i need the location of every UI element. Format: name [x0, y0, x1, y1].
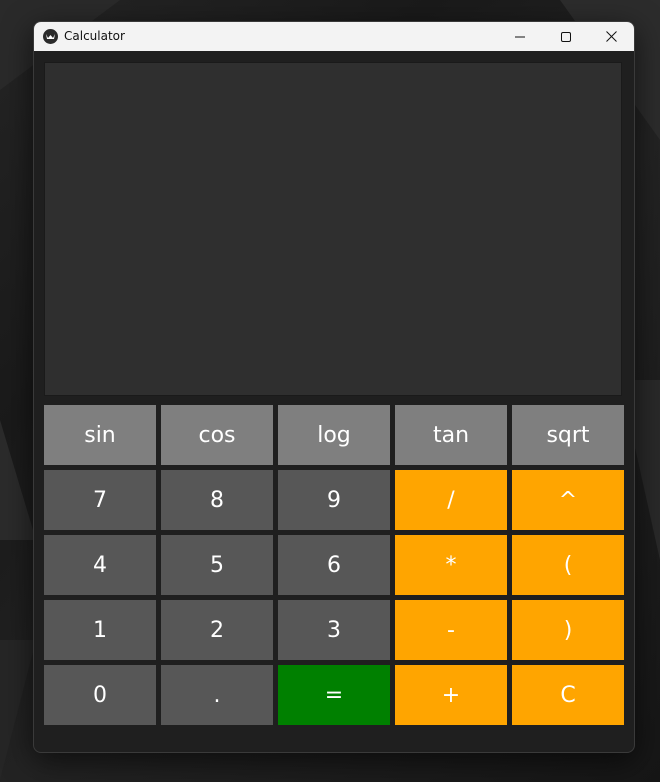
app-icon: [43, 29, 58, 44]
window-title: Calculator: [64, 29, 125, 43]
maximize-icon: [561, 31, 571, 42]
sin-button[interactable]: sin: [44, 405, 156, 465]
clear-button[interactable]: C: [512, 665, 624, 725]
close-button[interactable]: [588, 22, 634, 51]
digit-7-button[interactable]: 7: [44, 470, 156, 530]
power-button[interactable]: ^: [512, 470, 624, 530]
tan-button[interactable]: tan: [395, 405, 507, 465]
background-facet: [0, 640, 36, 780]
maximize-button[interactable]: [543, 22, 589, 51]
background-facet: [0, 420, 36, 540]
subtract-button[interactable]: -: [395, 600, 507, 660]
close-paren-button[interactable]: ): [512, 600, 624, 660]
add-button[interactable]: +: [395, 665, 507, 725]
digit-2-button[interactable]: 2: [161, 600, 273, 660]
digit-3-button[interactable]: 3: [278, 600, 390, 660]
digit-0-button[interactable]: 0: [44, 665, 156, 725]
minimize-button[interactable]: [497, 22, 543, 51]
calculator-window: Calculator sin cos log tan sqrt 7 8 9 / …: [33, 21, 635, 753]
minimize-icon: [515, 36, 525, 37]
decimal-button[interactable]: .: [161, 665, 273, 725]
digit-9-button[interactable]: 9: [278, 470, 390, 530]
open-paren-button[interactable]: (: [512, 535, 624, 595]
title-bar[interactable]: Calculator: [34, 22, 634, 51]
cos-button[interactable]: cos: [161, 405, 273, 465]
digit-6-button[interactable]: 6: [278, 535, 390, 595]
digit-4-button[interactable]: 4: [44, 535, 156, 595]
calculator-display[interactable]: [44, 62, 622, 396]
multiply-button[interactable]: *: [395, 535, 507, 595]
log-button[interactable]: log: [278, 405, 390, 465]
equals-button[interactable]: =: [278, 665, 390, 725]
keypad: sin cos log tan sqrt 7 8 9 / ^ 4 5 6 * (…: [44, 405, 625, 725]
digit-8-button[interactable]: 8: [161, 470, 273, 530]
close-icon: [605, 31, 617, 42]
digit-5-button[interactable]: 5: [161, 535, 273, 595]
digit-1-button[interactable]: 1: [44, 600, 156, 660]
sqrt-button[interactable]: sqrt: [512, 405, 624, 465]
divide-button[interactable]: /: [395, 470, 507, 530]
